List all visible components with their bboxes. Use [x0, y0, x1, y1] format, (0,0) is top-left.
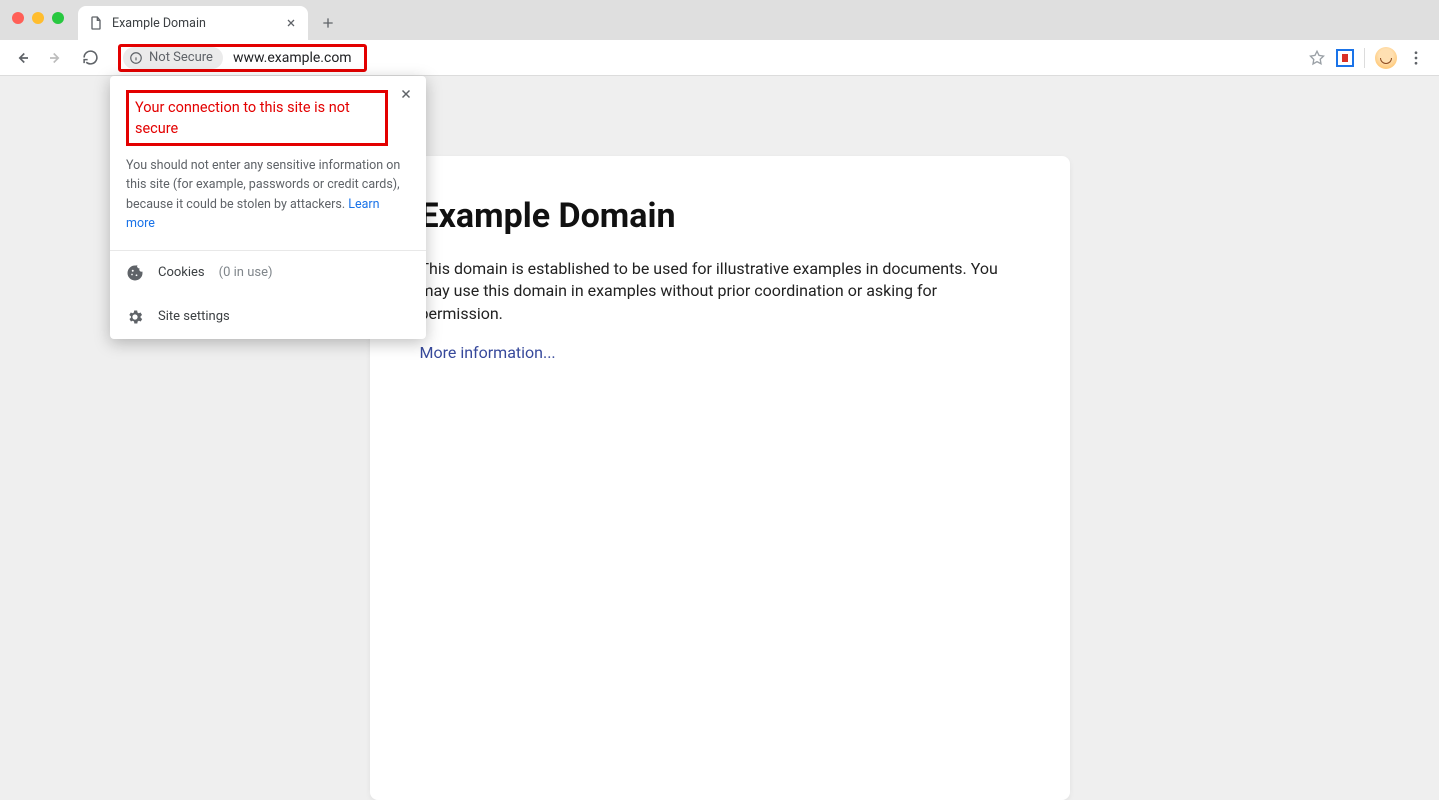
- window-close-button[interactable]: [12, 12, 24, 24]
- cookies-count: (0 in use): [219, 265, 273, 280]
- forward-button[interactable]: [42, 44, 70, 72]
- extension-icon[interactable]: [1336, 49, 1354, 67]
- site-settings-label: Site settings: [158, 309, 230, 324]
- tab-strip: Example Domain: [0, 0, 1439, 40]
- reload-button[interactable]: [76, 44, 104, 72]
- browser-tab[interactable]: Example Domain: [78, 6, 308, 40]
- cookies-label: Cookies: [158, 265, 205, 280]
- security-status-chip[interactable]: Not Secure: [123, 47, 223, 69]
- site-settings-menu-item[interactable]: Site settings: [110, 295, 426, 339]
- bookmark-star-icon[interactable]: [1308, 49, 1326, 67]
- address-bar[interactable]: Not Secure www.example.com: [118, 44, 367, 72]
- security-warning-box: Your connection to this site is not secu…: [126, 90, 388, 146]
- page-paragraph: This domain is established to be used fo…: [420, 258, 1020, 325]
- tab-title: Example Domain: [112, 16, 276, 31]
- more-information-link[interactable]: More information...: [420, 343, 556, 362]
- new-tab-button[interactable]: [314, 9, 342, 37]
- back-button[interactable]: [8, 44, 36, 72]
- window-controls: [12, 12, 64, 24]
- cookie-icon: [126, 264, 144, 282]
- security-warning-description: You should not enter any sensitive infor…: [126, 156, 410, 234]
- page-icon: [88, 15, 104, 31]
- window-maximize-button[interactable]: [52, 12, 64, 24]
- popup-close-button[interactable]: [396, 84, 416, 104]
- page-content-card: Example Domain This domain is establishe…: [370, 156, 1070, 800]
- info-icon: [129, 51, 143, 65]
- chrome-menu-button[interactable]: [1407, 49, 1425, 67]
- security-warning-title: Your connection to this site is not secu…: [135, 97, 379, 139]
- toolbar: Not Secure www.example.com: [0, 40, 1439, 76]
- gear-icon: [126, 308, 144, 326]
- page-heading: Example Domain: [420, 196, 1020, 236]
- window-minimize-button[interactable]: [32, 12, 44, 24]
- profile-avatar[interactable]: [1375, 47, 1397, 69]
- site-security-popup: Your connection to this site is not secu…: [110, 76, 426, 339]
- cookies-menu-item[interactable]: Cookies (0 in use): [110, 251, 426, 295]
- security-status-label: Not Secure: [149, 50, 213, 65]
- toolbar-divider: [1364, 48, 1365, 68]
- security-popup-menu: Cookies (0 in use) Site settings: [110, 250, 426, 339]
- toolbar-right: [1308, 47, 1431, 69]
- url-text: www.example.com: [227, 50, 358, 66]
- tab-close-button[interactable]: [284, 16, 298, 30]
